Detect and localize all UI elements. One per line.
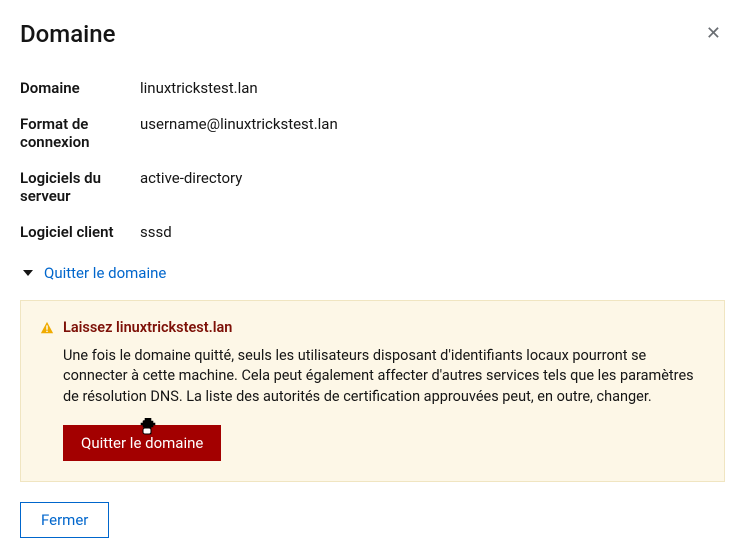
row-login-format: Format de connexion username@linuxtricks… bbox=[20, 106, 725, 160]
warning-triangle-icon bbox=[39, 320, 55, 336]
warning-box: Laissez linuxtrickstest.lan Une fois le … bbox=[20, 300, 725, 482]
expand-leave-domain[interactable]: Quitter le domaine bbox=[20, 264, 725, 282]
close-button[interactable]: Fermer bbox=[20, 502, 109, 538]
dialog-title: Domaine bbox=[20, 20, 115, 48]
row-domain: Domaine linuxtrickstest.lan bbox=[20, 70, 725, 106]
server-label: Logiciels du serveur bbox=[20, 169, 140, 205]
warning-title: Laissez linuxtrickstest.lan bbox=[63, 319, 232, 336]
client-label: Logiciel client bbox=[20, 223, 140, 241]
row-client-software: Logiciel client sssd bbox=[20, 214, 725, 250]
format-label: Format de connexion bbox=[20, 115, 140, 151]
warning-text: Une fois le domaine quitté, seuls les ut… bbox=[63, 346, 706, 407]
domain-value: linuxtrickstest.lan bbox=[140, 79, 258, 97]
format-value: username@linuxtrickstest.lan bbox=[140, 115, 338, 151]
server-value: active-directory bbox=[140, 169, 242, 205]
leave-domain-button[interactable]: Quitter le domaine bbox=[63, 425, 221, 461]
chevron-down-icon bbox=[20, 265, 36, 281]
domain-label: Domaine bbox=[20, 79, 140, 97]
client-value: sssd bbox=[140, 223, 172, 241]
expand-label: Quitter le domaine bbox=[44, 264, 166, 282]
row-server-software: Logiciels du serveur active-directory bbox=[20, 160, 725, 214]
close-icon[interactable]: ✕ bbox=[702, 21, 725, 47]
